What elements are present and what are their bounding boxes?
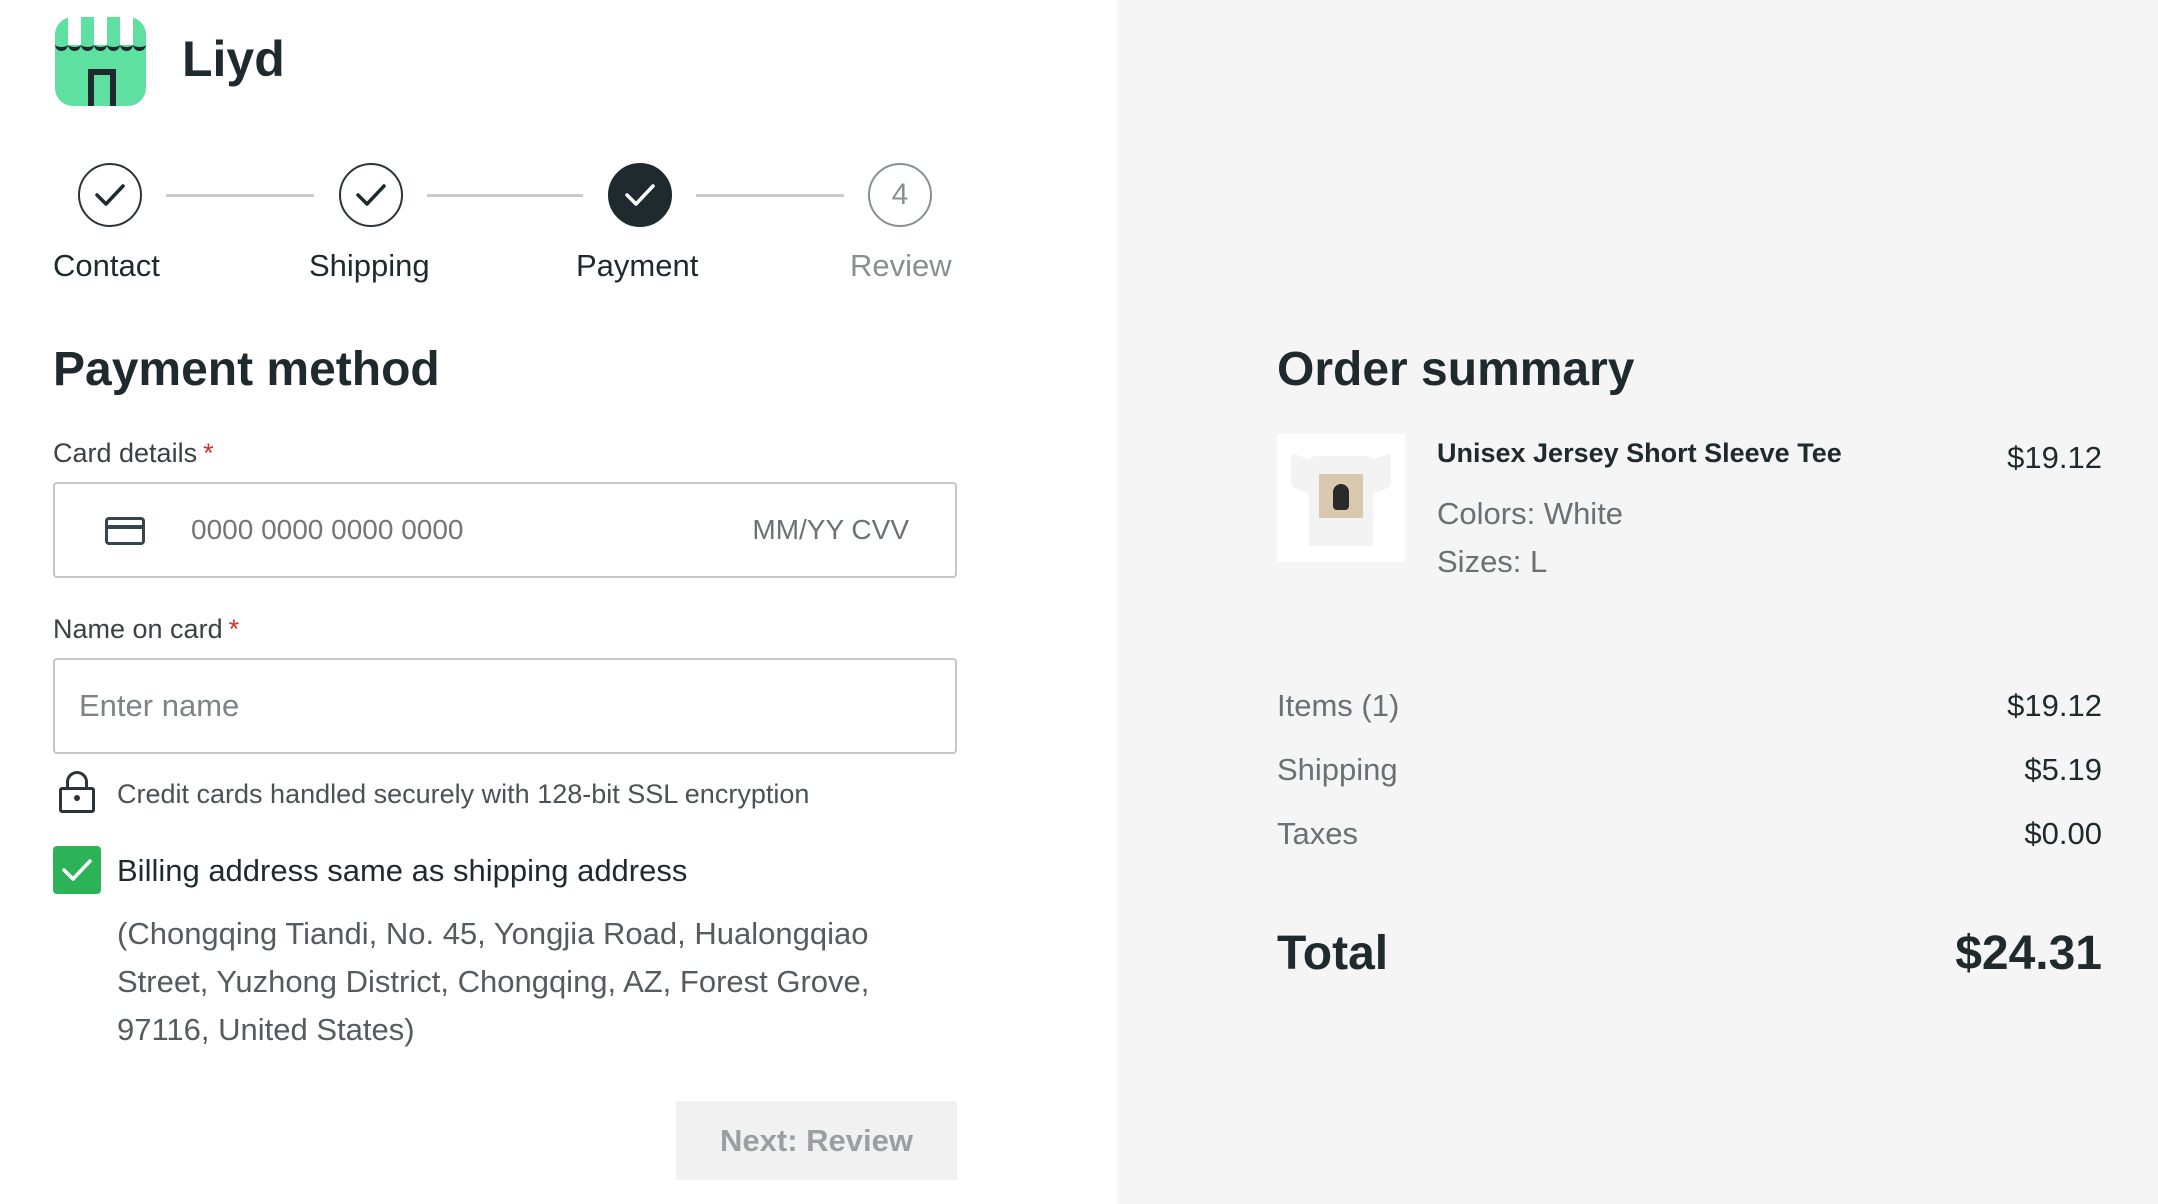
billing-same-checkbox[interactable] (53, 846, 101, 894)
product-size: Sizes: L (1437, 544, 1548, 579)
shipping-cost-label: Shipping (1277, 752, 1398, 787)
name-on-card-label-text: Name on card (53, 614, 223, 644)
lock-icon (59, 771, 95, 813)
card-details-label: Card details * (53, 438, 214, 469)
required-mark: * (203, 438, 214, 468)
total-label: Total (1277, 927, 1389, 980)
product-color: Colors: White (1437, 496, 1624, 531)
billing-same-label[interactable]: Billing address same as shipping address (117, 853, 687, 889)
page-title: Payment method (53, 343, 440, 396)
checkout-form-panel: Liyd 4 Contact Shipping Payment Review P… (0, 0, 1117, 1204)
taxes-value: $0.00 (2024, 816, 2102, 851)
card-details-label-text: Card details (53, 438, 198, 468)
items-count-label: Items (1) (1277, 688, 1400, 723)
step-payment-check-icon[interactable] (608, 163, 672, 227)
card-details-field[interactable]: MM/YY CVV (53, 482, 957, 578)
step-connector (696, 194, 844, 197)
step-contact-check-icon[interactable] (78, 163, 142, 227)
ssl-secure-note: Credit cards handled securely with 128-b… (117, 779, 810, 809)
step-label-contact[interactable]: Contact (53, 248, 160, 284)
step-connector (427, 194, 583, 197)
name-on-card-input[interactable] (53, 658, 957, 754)
step-shipping-check-icon[interactable] (339, 163, 403, 227)
credit-card-icon (105, 517, 145, 545)
card-expiry-cvv-input[interactable]: MM/YY CVV (752, 514, 909, 546)
checkmark-icon (62, 859, 92, 881)
order-summary-title: Order summary (1277, 343, 1635, 396)
step-label-shipping[interactable]: Shipping (309, 248, 430, 284)
items-subtotal-value: $19.12 (2007, 688, 2102, 723)
required-mark: * (228, 614, 240, 644)
total-value: $24.31 (1955, 927, 2102, 980)
name-on-card-label: Name on card * (53, 614, 239, 645)
shipping-cost-value: $5.19 (2024, 752, 2102, 787)
step-connector (166, 194, 314, 197)
order-summary-panel (1117, 0, 2158, 1204)
billing-address-text: (Chongqing Tiandi, No. 45, Yongjia Road,… (117, 916, 870, 1047)
product-thumbnail (1277, 434, 1405, 562)
product-name: Unisex Jersey Short Sleeve Tee (1437, 438, 1842, 468)
step-label-payment[interactable]: Payment (576, 248, 698, 284)
taxes-label: Taxes (1277, 816, 1358, 851)
product-price: $19.12 (2007, 440, 2102, 475)
step-review-number: 4 (868, 163, 932, 227)
card-number-input[interactable] (191, 514, 611, 546)
next-review-button[interactable]: Next: Review (676, 1101, 957, 1180)
brand-name: Liyd (182, 31, 285, 87)
step-label-review: Review (850, 248, 952, 283)
store-logo-icon (55, 17, 146, 106)
